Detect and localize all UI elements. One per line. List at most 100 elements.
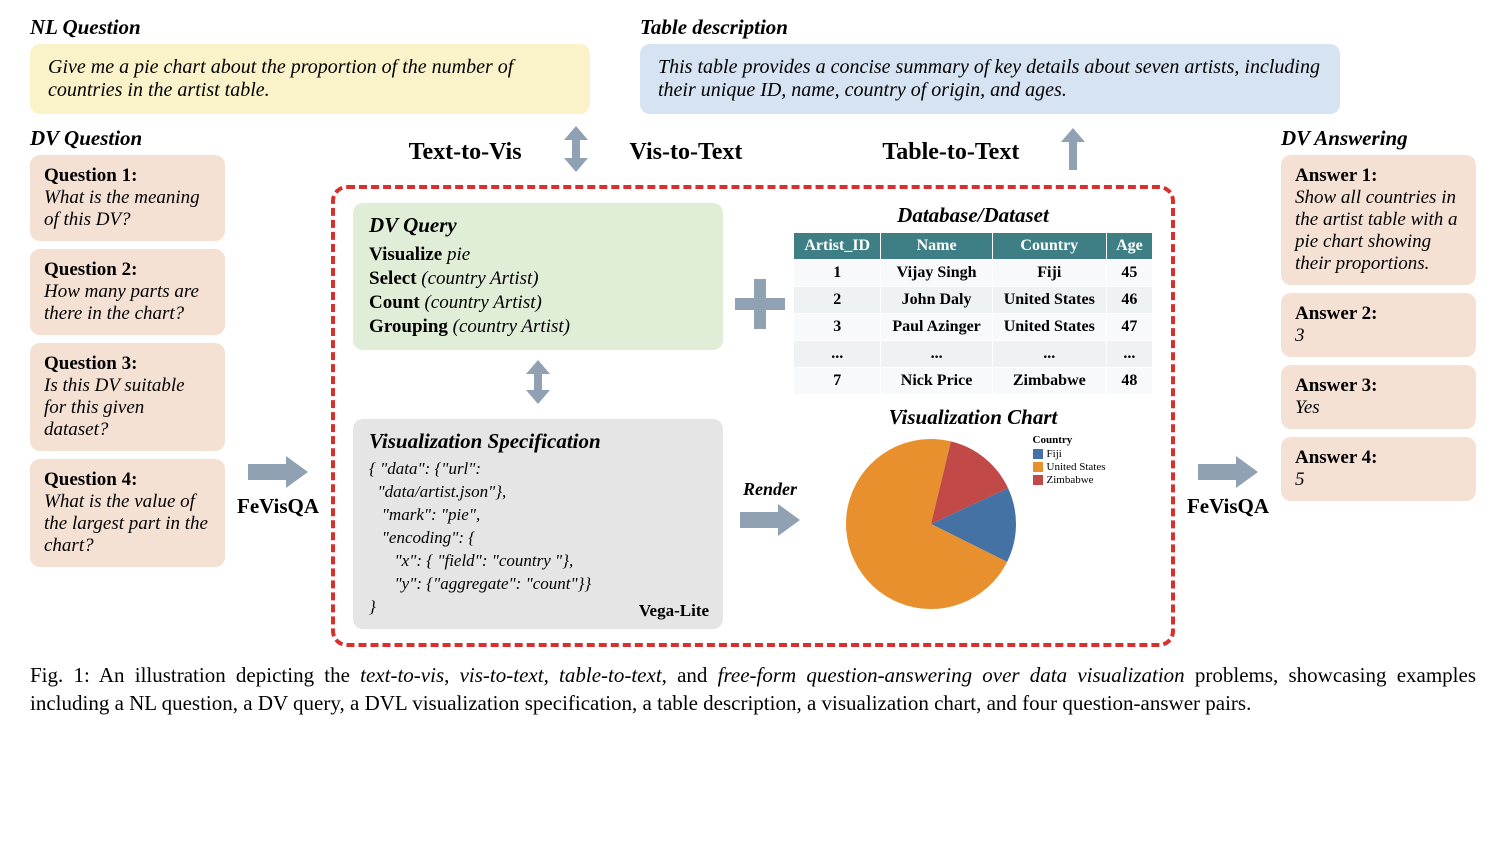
db-cell: Fiji (992, 260, 1106, 287)
tasks-row: Text-to-Vis Vis-to-Text Table-to-Text (331, 126, 1175, 179)
db-cell: United States (992, 287, 1106, 314)
task-text-to-vis: Text-to-Vis (409, 139, 522, 166)
dv-question-label: DV Question (30, 126, 225, 151)
vega-label: Vega-Lite (639, 601, 709, 621)
table-desc-label: Table description (640, 15, 1476, 40)
question-box-4: Question 4: What is the value of the lar… (30, 459, 225, 567)
db-cell: 1 (794, 260, 881, 287)
arrow-right-icon (1198, 454, 1258, 490)
db-header-cell: Country (992, 233, 1106, 260)
answer-text: Show all countries in the artist table w… (1295, 187, 1462, 275)
answer-box-2: Answer 2: 3 (1281, 293, 1476, 357)
render-label: Render (743, 479, 797, 500)
task-vis-to-text: Vis-to-Text (630, 139, 743, 166)
plus-icon (735, 279, 785, 334)
question-text: How many parts are there in the chart? (44, 281, 211, 325)
fevisqa-label: FeVisQA (237, 494, 319, 519)
frame-right: Database/Dataset Artist_ID Name Country … (793, 203, 1153, 629)
db-cell: ... (881, 341, 992, 368)
db-cell: Vijay Singh (881, 260, 992, 287)
fevisqa-arrow-right: FeVisQA (1187, 326, 1269, 647)
query-line: Select (country Artist) (369, 268, 707, 290)
vis-spec-box: Visualization Specification { "data": {"… (353, 419, 723, 629)
db-cell: Nick Price (881, 368, 992, 395)
db-header-cell: Age (1106, 233, 1152, 260)
answer-text: 5 (1295, 469, 1462, 491)
table-desc-box: This table provides a concise summary of… (640, 44, 1340, 114)
db-cell: ... (992, 341, 1106, 368)
arrow-right-icon (248, 454, 308, 490)
answer-box-1: Answer 1: Show all countries in the arti… (1281, 155, 1476, 285)
vis-spec-code: { "data": {"url": "data/artist.json"}, "… (369, 458, 707, 619)
pie-chart (841, 434, 1021, 614)
answer-title: Answer 3: (1295, 375, 1462, 397)
top-row: NL Question Give me a pie chart about th… (30, 15, 1476, 114)
vis-spec-header: Visualization Specification (369, 429, 707, 454)
db-cell: 7 (794, 368, 881, 395)
frame-left: DV Query Visualize pie Select (country A… (353, 203, 723, 629)
db-header: Database/Dataset (793, 203, 1153, 228)
pie-legend: Country FijiUnited StatesZimbabwe (1033, 434, 1106, 487)
question-box-2: Question 2: How many parts are there in … (30, 249, 225, 335)
db-cell: 2 (794, 287, 881, 314)
query-line: Grouping (country Artist) (369, 316, 707, 338)
db-cell: 46 (1106, 287, 1152, 314)
question-title: Question 3: (44, 353, 211, 375)
visualization-chart: Country FijiUnited StatesZimbabwe (793, 434, 1153, 614)
database-table: Artist_ID Name Country Age 1Vijay SinghF… (793, 232, 1153, 395)
question-text: What is the meaning of this DV? (44, 187, 211, 231)
db-header-cell: Name (881, 233, 992, 260)
legend-item: Fiji (1033, 448, 1106, 460)
dv-query-header: DV Query (369, 213, 707, 238)
legend-item: United States (1033, 461, 1106, 473)
question-title: Question 1: (44, 165, 211, 187)
up-arrow-icon (1059, 128, 1087, 177)
db-cell: 47 (1106, 314, 1152, 341)
db-cell: 45 (1106, 260, 1152, 287)
query-line: Count (country Artist) (369, 292, 707, 314)
arrow-right-icon (740, 502, 800, 538)
answer-box-3: Answer 3: Yes (1281, 365, 1476, 429)
main-diagram: DV Question Question 1: What is the mean… (30, 126, 1476, 647)
center-column: Text-to-Vis Vis-to-Text Table-to-Text DV… (331, 126, 1175, 647)
question-box-1: Question 1: What is the meaning of this … (30, 155, 225, 241)
dv-answering-label: DV Answering (1281, 126, 1476, 151)
answer-title: Answer 1: (1295, 165, 1462, 187)
question-title: Question 2: (44, 259, 211, 281)
figure-caption: Fig. 1: An illustration depicting the te… (30, 661, 1476, 718)
db-cell: United States (992, 314, 1106, 341)
db-cell: ... (1106, 341, 1152, 368)
db-cell: 48 (1106, 368, 1152, 395)
answer-text: 3 (1295, 325, 1462, 347)
db-cell: ... (794, 341, 881, 368)
fevisqa-arrow-left: FeVisQA (237, 326, 319, 647)
question-title: Question 4: (44, 469, 211, 491)
updown-arrow-icon (353, 360, 723, 409)
db-cell: Zimbabwe (992, 368, 1106, 395)
dv-query-box: DV Query Visualize pie Select (country A… (353, 203, 723, 350)
answer-box-4: Answer 4: 5 (1281, 437, 1476, 501)
query-line: Visualize pie (369, 244, 707, 266)
answer-title: Answer 4: (1295, 447, 1462, 469)
question-box-3: Question 3: Is this DV suitable for this… (30, 343, 225, 451)
legend-title: Country (1033, 434, 1106, 446)
render-arrow: Render (740, 479, 800, 538)
db-cell: Paul Azinger (881, 314, 992, 341)
nl-question-box: Give me a pie chart about the proportion… (30, 44, 590, 114)
db-cell: John Daly (881, 287, 992, 314)
legend-item: Zimbabwe (1033, 474, 1106, 486)
updown-arrow-icon (562, 126, 590, 179)
dv-question-column: DV Question Question 1: What is the mean… (30, 126, 225, 647)
task-table-to-text: Table-to-Text (882, 139, 1019, 166)
fevisqa-label: FeVisQA (1187, 494, 1269, 519)
answer-title: Answer 2: (1295, 303, 1462, 325)
center-dashed-frame: DV Query Visualize pie Select (country A… (331, 185, 1175, 647)
answer-text: Yes (1295, 397, 1462, 419)
db-cell: 3 (794, 314, 881, 341)
chart-header: Visualization Chart (793, 405, 1153, 430)
question-text: Is this DV suitable for this given datas… (44, 375, 211, 441)
dv-answering-column: DV Answering Answer 1: Show all countrie… (1281, 126, 1476, 647)
nl-question-label: NL Question (30, 15, 610, 40)
question-text: What is the value of the largest part in… (44, 491, 211, 557)
db-header-cell: Artist_ID (794, 233, 881, 260)
